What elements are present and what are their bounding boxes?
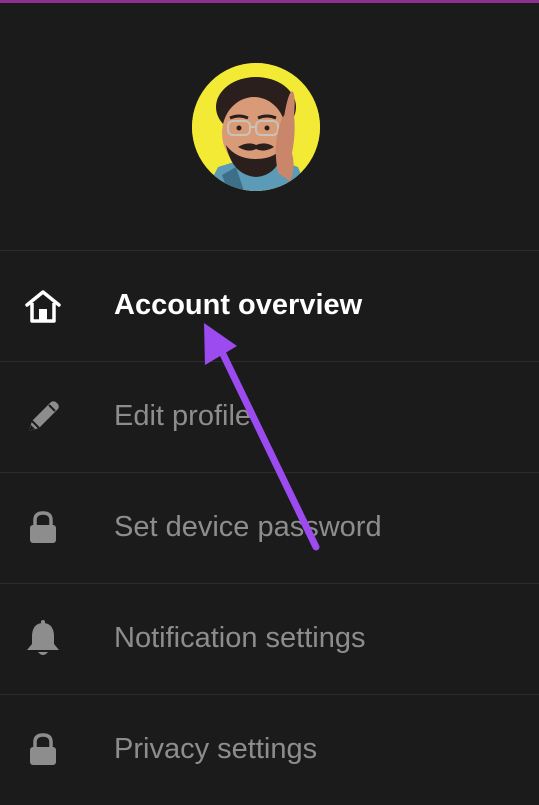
menu-item-account-overview[interactable]: Account overview (0, 250, 539, 361)
menu-item-label: Account overview (114, 289, 363, 321)
avatar-portrait-icon (192, 63, 320, 191)
menu-item-set-device-password[interactable]: Set device password (0, 472, 539, 583)
settings-menu: Account overview Edit profile Set device… (0, 250, 539, 805)
home-icon (22, 286, 64, 326)
menu-item-label: Edit profile (114, 400, 252, 432)
menu-item-edit-profile[interactable]: Edit profile (0, 361, 539, 472)
avatar[interactable] (192, 63, 320, 191)
menu-item-label: Privacy settings (114, 733, 318, 765)
menu-item-label: Notification settings (114, 622, 366, 654)
menu-item-label: Set device password (114, 511, 382, 543)
lock-icon (22, 730, 64, 770)
profile-header (0, 3, 539, 250)
pencil-icon (22, 397, 64, 437)
menu-item-privacy-settings[interactable]: Privacy settings (0, 694, 539, 805)
lock-icon (22, 508, 64, 548)
bell-icon (22, 619, 64, 659)
menu-item-notification-settings[interactable]: Notification settings (0, 583, 539, 694)
